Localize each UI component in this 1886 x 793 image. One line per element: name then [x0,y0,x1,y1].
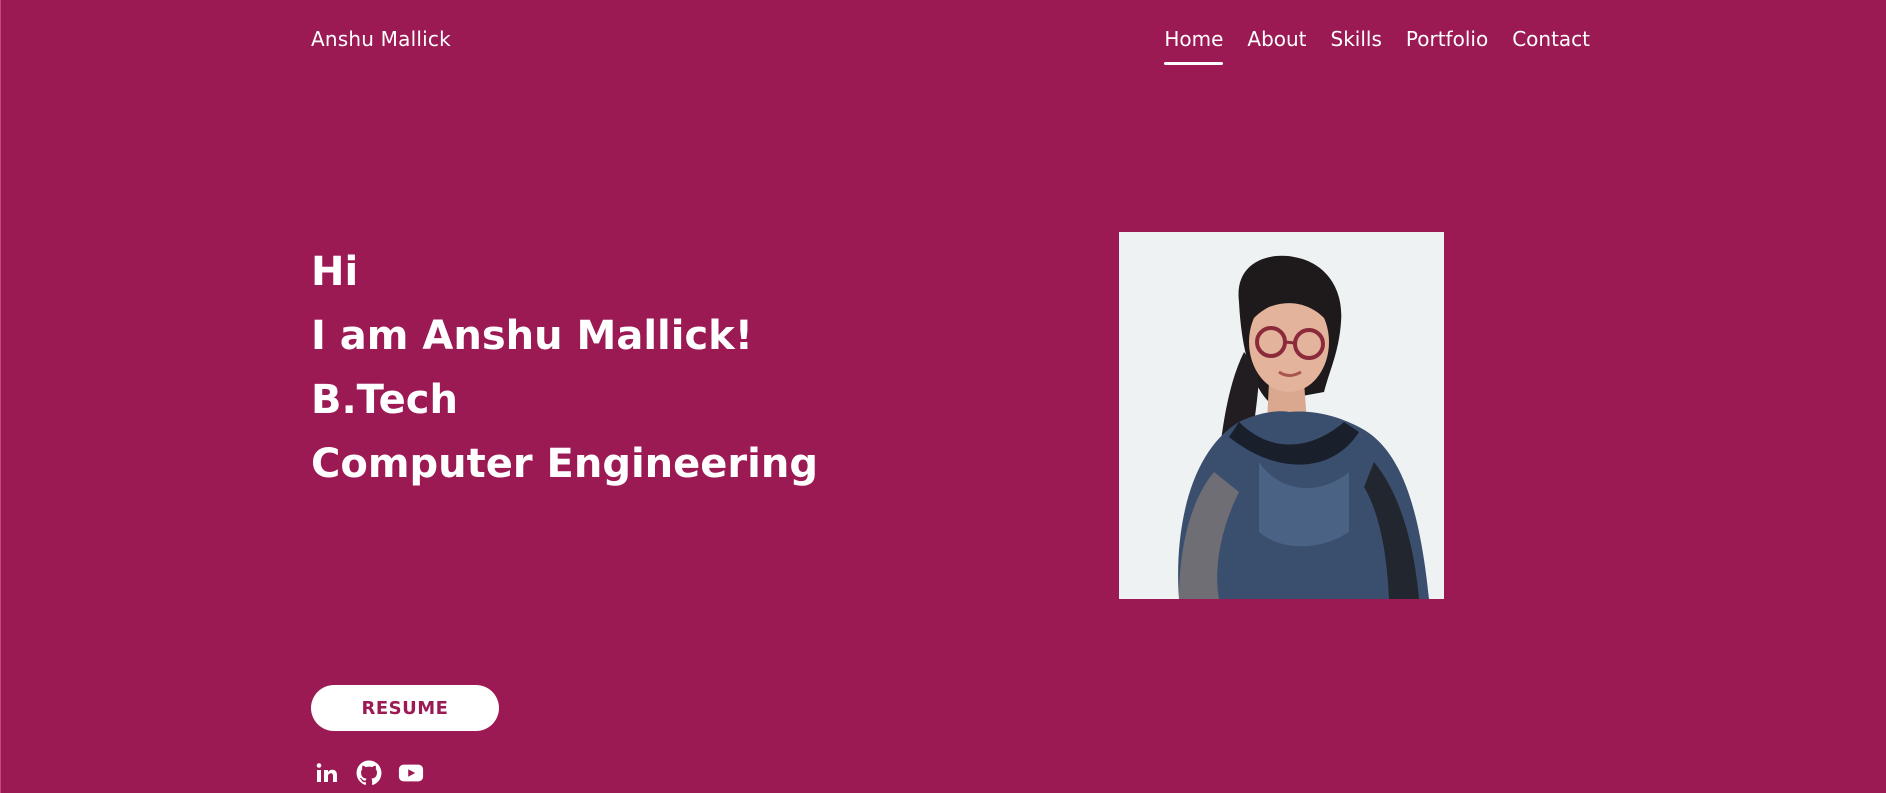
resume-button[interactable]: RESUME [311,685,499,731]
linkedin-icon[interactable] [314,760,340,786]
site-brand[interactable]: Anshu Mallick [311,27,451,51]
profile-photo [1119,232,1444,599]
social-links [314,760,424,786]
hero-greeting: Hi [311,249,359,295]
left-border [0,0,1,793]
youtube-icon[interactable] [398,760,424,786]
nav-item-skills[interactable]: Skills [1331,27,1382,65]
nav-item-contact[interactable]: Contact [1512,27,1590,65]
profile-photo-illustration [1119,232,1444,599]
main-nav: Home About Skills Portfolio Contact [1164,27,1590,65]
page: Anshu Mallick Home About Skills Portfoli… [0,0,1886,793]
nav-item-portfolio[interactable]: Portfolio [1406,27,1488,65]
hero-degree: B.Tech [311,377,458,423]
github-icon[interactable] [356,760,382,786]
nav-item-about[interactable]: About [1247,27,1306,65]
hero-field: Computer Engineering [311,441,818,487]
hero-text: Hi I am Anshu Mallick! B.Tech Computer E… [311,240,818,496]
nav-item-home[interactable]: Home [1164,27,1224,65]
hero-name: I am Anshu Mallick! [311,313,754,359]
